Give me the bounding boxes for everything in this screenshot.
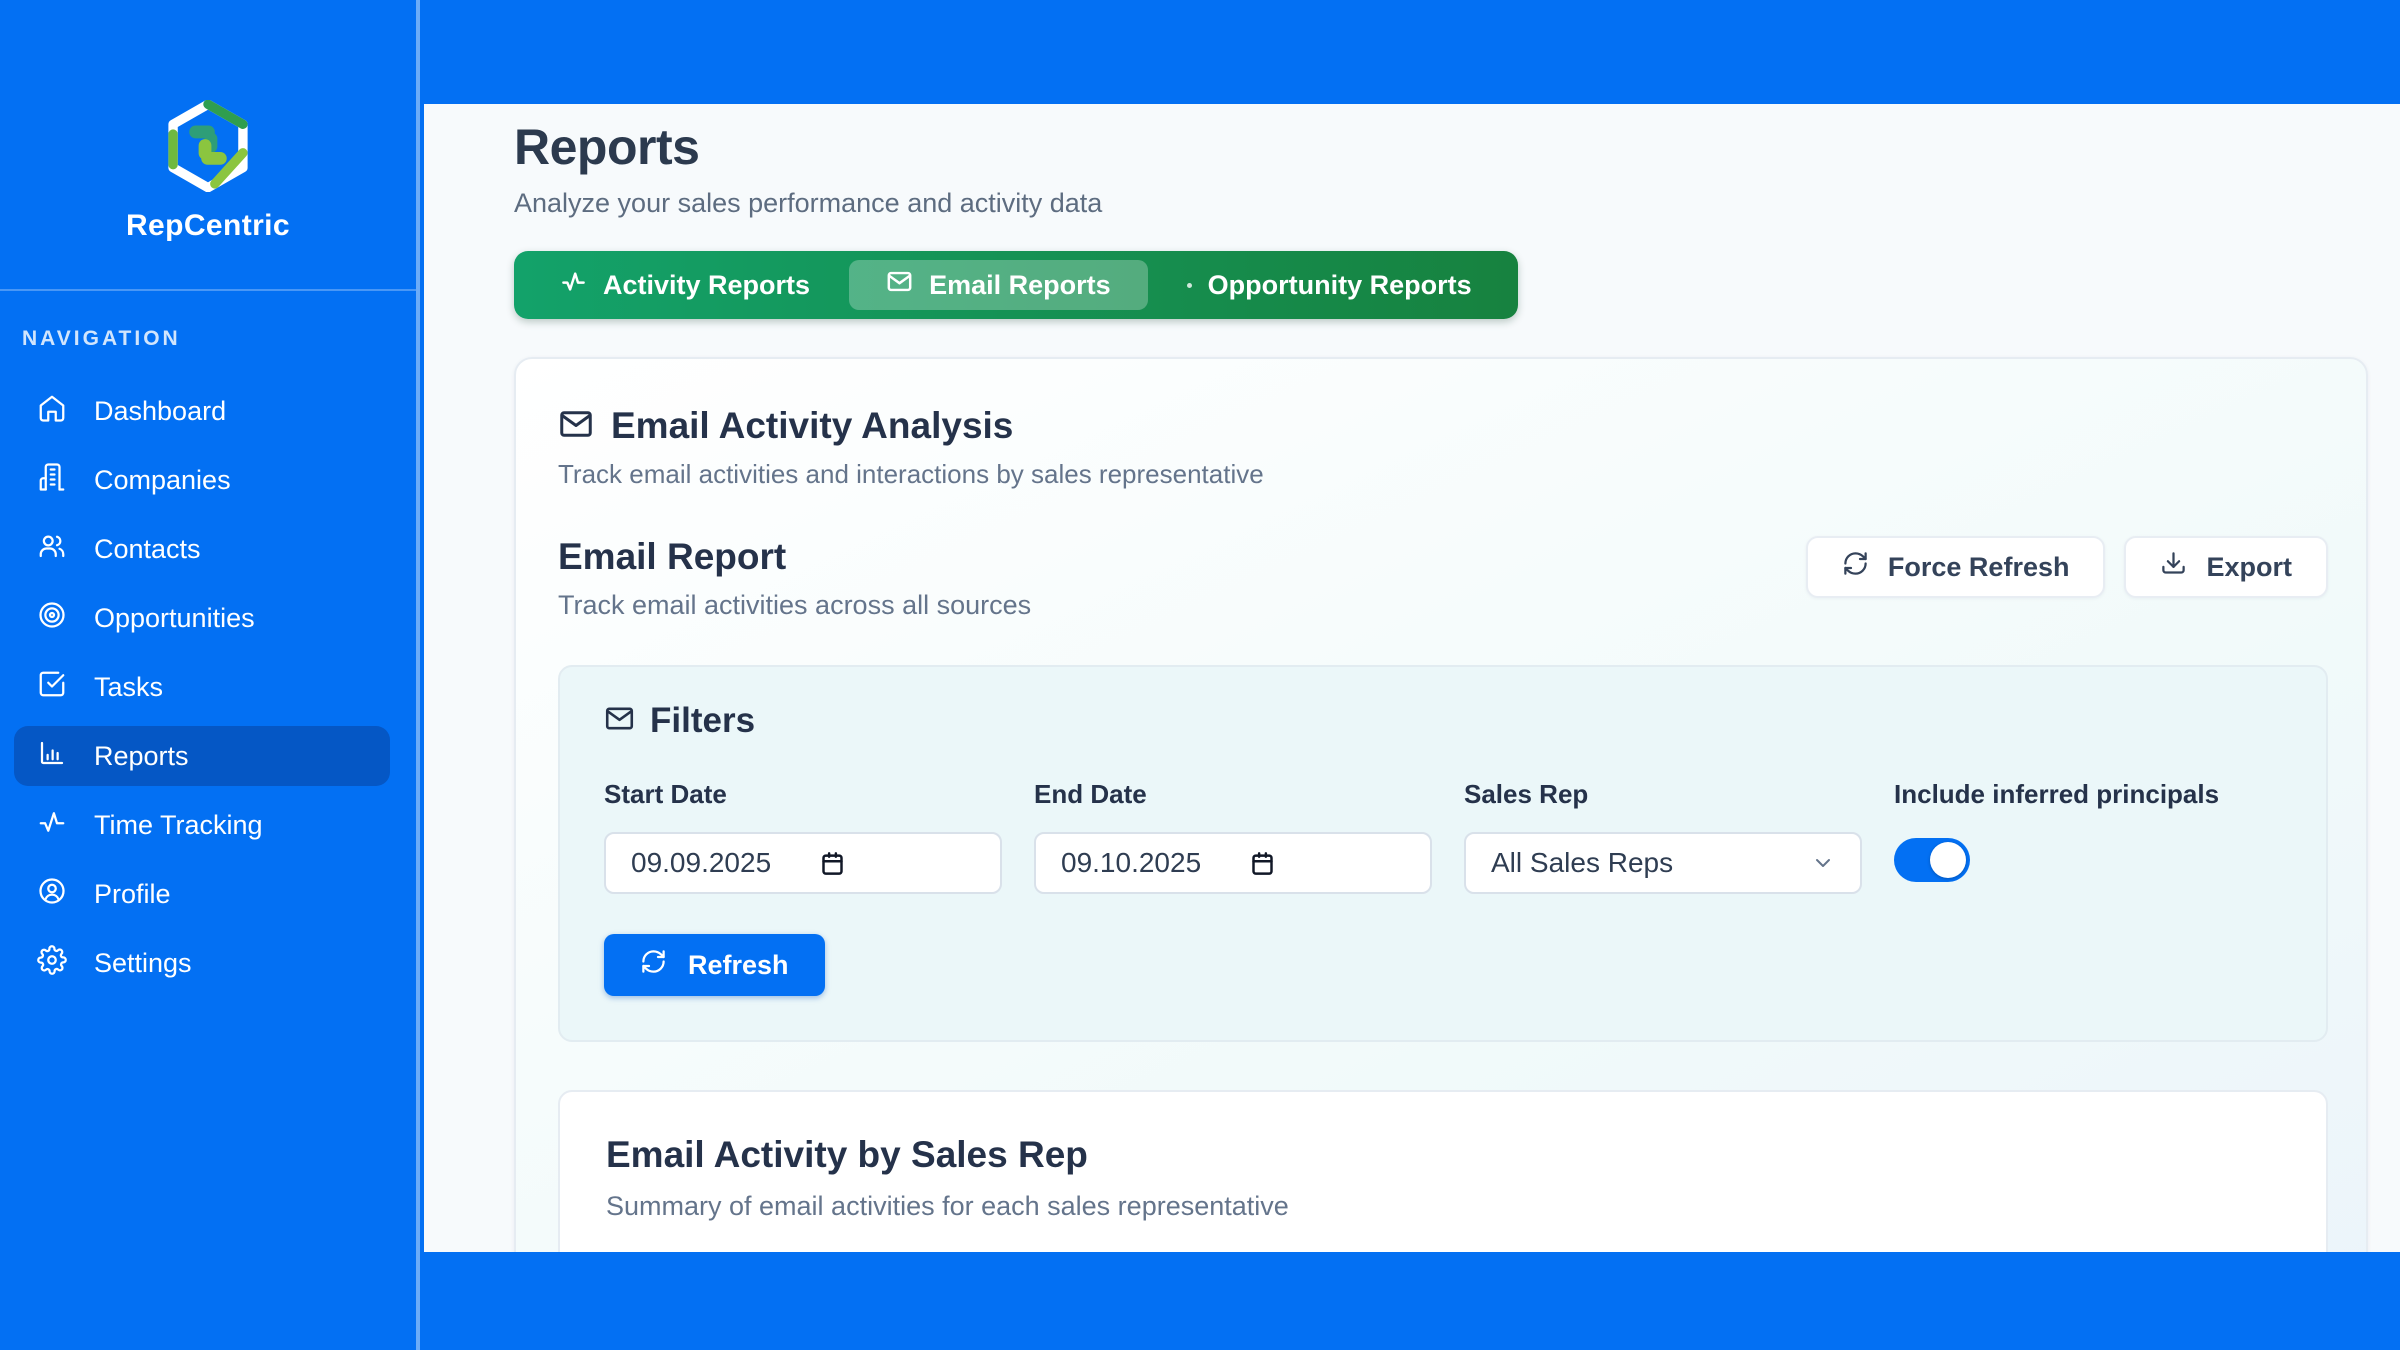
- refresh-button[interactable]: Refresh: [604, 934, 825, 996]
- logo-block: RepCentric: [0, 0, 416, 243]
- toggle-knob: [1930, 842, 1966, 878]
- refresh-icon: [1842, 550, 1869, 584]
- section-subtitle: Track email activities and interactions …: [558, 459, 2328, 490]
- start-date-value: 09.09.2025: [631, 847, 771, 879]
- end-date-input[interactable]: 09.10.2025: [1034, 832, 1432, 894]
- activity-icon: [560, 268, 587, 302]
- sidebar-item-label: Profile: [94, 879, 171, 910]
- sidebar-item-profile[interactable]: Profile: [14, 864, 390, 924]
- start-date-label: Start Date: [604, 779, 1002, 810]
- sidebar-item-label: Opportunities: [94, 603, 255, 634]
- calendar-icon[interactable]: [1249, 850, 1276, 877]
- filters-title: Filters: [650, 701, 755, 741]
- sidebar-item-label: Time Tracking: [94, 810, 263, 841]
- filters-panel: Filters Start Date 09.09.2025 End Dat: [558, 665, 2328, 1042]
- button-label: Refresh: [688, 950, 789, 981]
- dot-icon: [1187, 283, 1192, 288]
- report-subtitle: Track email activities across all source…: [558, 590, 1031, 621]
- email-analysis-card: Email Activity Analysis Track email acti…: [514, 357, 2368, 1252]
- sidebar-item-companies[interactable]: Companies: [14, 450, 390, 510]
- page-title: Reports: [514, 118, 2368, 176]
- mail-icon: [604, 703, 635, 739]
- include-inferred-label: Include inferred principals: [1894, 779, 2286, 810]
- end-date-field: End Date 09.10.2025: [1034, 779, 1432, 894]
- mail-icon: [558, 406, 594, 447]
- end-date-value: 09.10.2025: [1061, 847, 1201, 879]
- sidebar-item-tasks[interactable]: Tasks: [14, 657, 390, 717]
- sidebar-item-label: Tasks: [94, 672, 163, 703]
- tab-label: Email Reports: [929, 270, 1111, 301]
- sidebar-item-dashboard[interactable]: Dashboard: [14, 381, 390, 441]
- force-refresh-button[interactable]: Force Refresh: [1806, 536, 2106, 598]
- include-inferred-field: Include inferred principals: [1894, 779, 2286, 894]
- building-icon: [37, 462, 67, 499]
- include-inferred-toggle[interactable]: [1894, 838, 1970, 882]
- report-title: Email Report: [558, 536, 1031, 578]
- bar-chart-icon: [37, 738, 67, 775]
- chevron-down-icon: [1811, 851, 1835, 875]
- main-content: Reports Analyze your sales performance a…: [424, 104, 2400, 1252]
- sidebar-item-label: Reports: [94, 741, 189, 772]
- sidebar-item-time-tracking[interactable]: Time Tracking: [14, 795, 390, 855]
- gear-icon: [37, 945, 67, 982]
- home-icon: [37, 393, 67, 430]
- users-icon: [37, 531, 67, 568]
- sidebar: RepCentric NAVIGATION Dashboard Companie…: [0, 0, 420, 1350]
- sidebar-item-label: Dashboard: [94, 396, 226, 427]
- end-date-label: End Date: [1034, 779, 1432, 810]
- tab-label: Activity Reports: [603, 270, 810, 301]
- tab-opportunity-reports[interactable]: Opportunity Reports: [1150, 260, 1509, 310]
- check-square-icon: [37, 669, 67, 706]
- start-date-field: Start Date 09.09.2025: [604, 779, 1002, 894]
- activity-by-rep-card: Email Activity by Sales Rep Summary of e…: [558, 1090, 2328, 1252]
- section-title: Email Activity Analysis: [611, 405, 1013, 447]
- sidebar-nav: NAVIGATION Dashboard Companies Contacts: [0, 289, 416, 993]
- sidebar-item-reports[interactable]: Reports: [14, 726, 390, 786]
- tab-activity-reports[interactable]: Activity Reports: [523, 260, 847, 310]
- sales-rep-label: Sales Rep: [1464, 779, 1862, 810]
- sales-rep-value: All Sales Reps: [1491, 847, 1673, 879]
- app-name: RepCentric: [0, 209, 416, 243]
- sidebar-item-contacts[interactable]: Contacts: [14, 519, 390, 579]
- refresh-icon: [640, 948, 667, 982]
- activity-by-rep-subtitle: Summary of email activities for each sal…: [606, 1191, 2280, 1222]
- sidebar-item-opportunities[interactable]: Opportunities: [14, 588, 390, 648]
- sidebar-item-label: Companies: [94, 465, 231, 496]
- export-button[interactable]: Export: [2124, 536, 2328, 598]
- user-circle-icon: [37, 876, 67, 913]
- sidebar-item-label: Contacts: [94, 534, 201, 565]
- button-label: Export: [2206, 552, 2292, 583]
- start-date-input[interactable]: 09.09.2025: [604, 832, 1002, 894]
- activity-by-rep-title: Email Activity by Sales Rep: [606, 1134, 2280, 1176]
- download-icon: [2160, 550, 2187, 584]
- repcentric-logo-icon: [165, 100, 251, 192]
- tab-label: Opportunity Reports: [1208, 270, 1472, 301]
- sidebar-item-settings[interactable]: Settings: [14, 933, 390, 993]
- button-label: Force Refresh: [1888, 552, 2070, 583]
- activity-icon: [37, 807, 67, 844]
- sales-rep-field: Sales Rep All Sales Reps: [1464, 779, 1862, 894]
- calendar-icon[interactable]: [819, 850, 846, 877]
- nav-section-label: NAVIGATION: [22, 327, 416, 351]
- tab-email-reports[interactable]: Email Reports: [849, 260, 1148, 310]
- sales-rep-select[interactable]: All Sales Reps: [1464, 832, 1862, 894]
- report-tabbar: Activity Reports Email Reports Opportuni…: [514, 251, 1518, 319]
- mail-icon: [886, 268, 913, 302]
- sidebar-item-label: Settings: [94, 948, 192, 979]
- target-icon: [37, 600, 67, 637]
- page-subtitle: Analyze your sales performance and activ…: [514, 188, 2368, 219]
